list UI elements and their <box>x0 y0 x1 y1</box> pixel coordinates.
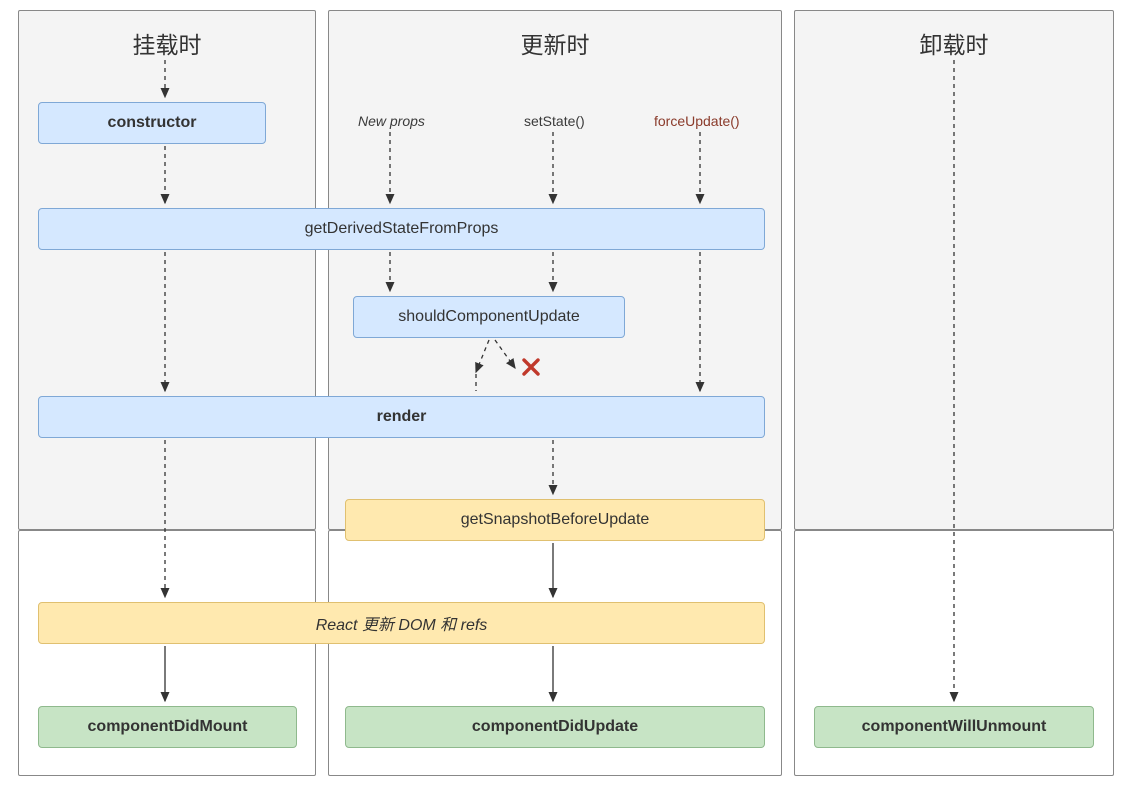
node-constructor: constructor <box>38 102 266 144</box>
trigger-force-update-label: forceUpdate() <box>654 113 740 129</box>
node-render: render <box>38 396 765 438</box>
node-get-snapshot: getSnapshotBeforeUpdate <box>345 499 765 541</box>
trigger-new-props: New props <box>358 113 425 129</box>
node-react-update: React 更新 DOM 和 refs <box>38 602 765 644</box>
node-get-derived: getDerivedStateFromProps <box>38 208 765 250</box>
node-did-update: componentDidUpdate <box>345 706 765 748</box>
mount-panel-top <box>18 10 316 530</box>
update-panel-top <box>328 10 782 530</box>
lifecycle-diagram: 挂载时 更新时 卸载时 New props setState() forceUp… <box>0 0 1133 788</box>
mount-title: 挂载时 <box>18 26 316 60</box>
x-icon <box>522 358 540 376</box>
unmount-panel-top <box>794 10 1114 530</box>
node-did-mount: componentDidMount <box>38 706 297 748</box>
node-should-update: shouldComponentUpdate <box>353 296 625 338</box>
trigger-force-update: forceUpdate() <box>654 113 740 129</box>
unmount-title: 卸载时 <box>794 26 1114 60</box>
update-title: 更新时 <box>328 26 782 60</box>
trigger-set-state: setState() <box>524 113 585 129</box>
node-will-unmount: componentWillUnmount <box>814 706 1094 748</box>
